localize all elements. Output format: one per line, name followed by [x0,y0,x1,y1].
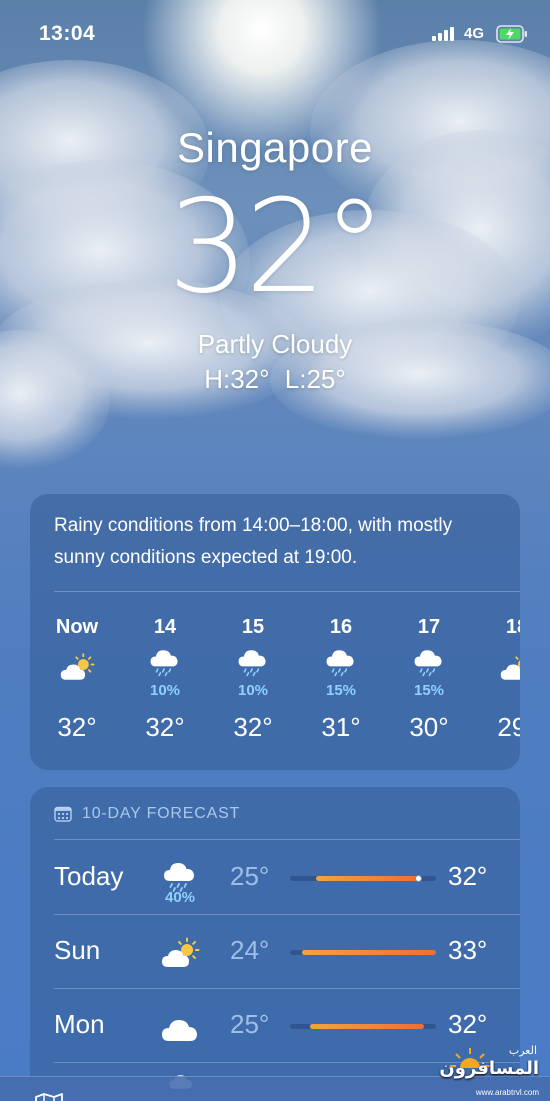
rain-cloud-icon [414,650,442,677]
signal-bars-icon [432,27,454,41]
hour-temperature: 32° [57,712,97,742]
hour-precipitation: 15% [413,682,445,699]
city-name: Singapore [177,124,373,171]
day-icon [160,857,200,893]
hour-icon [499,652,520,686]
temperature-range-bar [290,1024,436,1029]
hour-label: 14 [153,616,177,638]
hour-icon [323,644,359,678]
rain-cloud-icon [326,650,354,677]
high-low-text: H:32° L:25° [204,364,346,394]
partly-sunny-icon [162,937,200,967]
hour-label: 18 [505,616,520,638]
day-row[interactable]: Sun 24° 33° [30,915,520,989]
row-divider [54,839,520,840]
map-icon[interactable] [34,1093,64,1101]
ten-day-header-label: 10-DAY FORECAST [82,805,241,822]
current-weather: Singapore 32° Partly Cloudy H:32° L:25° [0,120,550,396]
hourly-forecast-card[interactable]: Rainy conditions from 14:00–18:00, with … [30,494,520,770]
ten-day-header: 10-DAY FORECAST [54,803,240,825]
temperature-range-bar [290,950,436,955]
hour-icon [411,644,447,678]
current-temperature-dot [415,875,423,882]
temperature-range-fill [301,950,436,955]
battery-charging-icon [496,25,527,43]
temperature-range-bar [290,875,436,882]
hourly-scroll[interactable]: Now 32° 14 10% 32° 15 10% 32° 16 15% 31° 17 15% 30° 18… [30,592,520,770]
day-low: 25° [230,861,270,891]
hour-label: Now [55,616,99,638]
hour-temperature: 30° [409,712,449,742]
current-temperature: 32° [167,173,387,322]
hour-temperature: 29° [497,712,520,742]
day-high: 32° [448,861,488,891]
day-high: 33° [448,935,488,965]
day-low: 24° [230,935,270,965]
cloud-icon [162,1020,197,1041]
day-precipitation: 40% [164,889,196,906]
hour-icon [59,652,95,686]
hour-temperature: 32° [145,712,185,742]
partly-sunny-icon [60,653,95,680]
hour-temperature: 32° [233,712,273,742]
watermark-arabic-top: العرب [508,1045,537,1057]
condition-text: Partly Cloudy [197,329,353,359]
hour-precipitation: 10% [237,682,269,699]
partly-sunny-icon [500,656,520,680]
calendar-icon [54,806,72,822]
day-label: Mon [54,1009,105,1039]
temperature-range-fill [310,1024,425,1029]
hour-label: 17 [417,616,441,638]
forecast-summary: Rainy conditions from 14:00–18:00, with … [54,515,453,568]
watermark-arabic-main: المسافرون [439,1058,539,1078]
network-type: 4G [464,25,485,42]
rain-cloud-icon [150,650,178,677]
hour-label: 15 [241,616,265,638]
hour-precipitation: 15% [325,682,357,699]
status-bar: 13:04 4G [0,0,550,70]
temperature-range-fill [316,876,419,881]
hour-temperature: 31° [321,712,361,742]
day-icon [160,937,200,973]
rain-cloud-icon [164,863,194,892]
day-label: Today [54,861,124,891]
day-low: 25° [230,1009,270,1039]
watermark-logo: العرب المسافرون www.arabtrvl.com [439,1040,545,1100]
day-icon [160,1011,200,1047]
status-time: 13:04 [39,22,96,45]
hour-icon [235,644,271,678]
day-high: 32° [448,1009,488,1039]
day-row[interactable]: Today 40% 25° 32° [30,841,520,915]
hour-icon [147,644,183,678]
hour-precipitation: 10% [149,682,181,699]
hour-label: 16 [329,616,353,638]
day-label: Sun [54,935,101,965]
rain-cloud-icon [238,650,266,677]
watermark-url: www.arabtrvl.com [475,1088,539,1097]
